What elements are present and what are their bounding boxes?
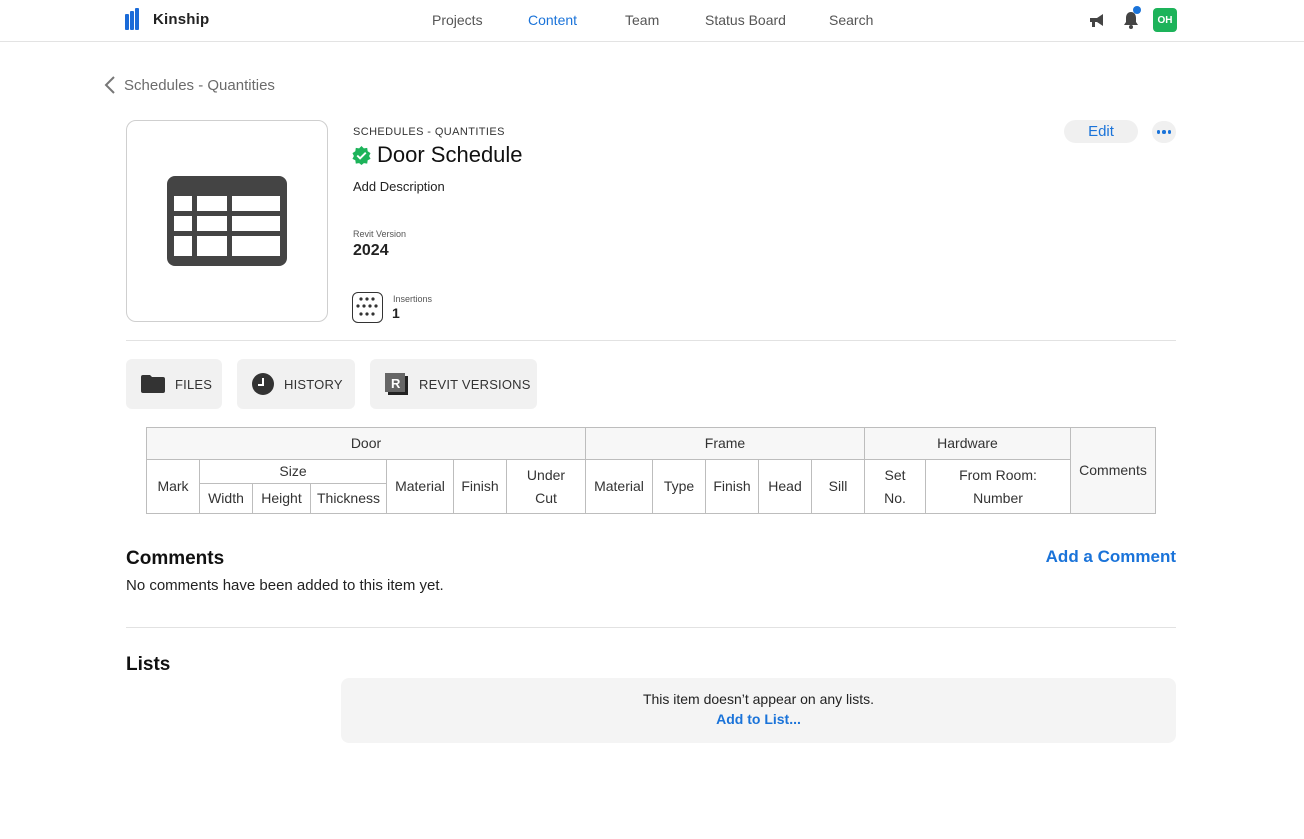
column-header-width: Width — [199, 483, 253, 514]
column-header-frame-material: Material — [585, 459, 653, 514]
tab-history[interactable]: HISTORY — [237, 359, 355, 409]
svg-text:R: R — [391, 376, 401, 391]
lists-empty-panel: This item doesn’t appear on any lists. A… — [341, 678, 1176, 743]
tab-files-label: FILES — [175, 376, 213, 392]
folder-icon — [141, 375, 165, 393]
table-row: Door Frame Hardware Comments — [146, 427, 1156, 514]
column-header-set-no: Set No. — [864, 459, 926, 514]
from-room-line-2: Number — [973, 489, 1023, 506]
add-comment-link[interactable]: Add a Comment — [1046, 547, 1176, 567]
add-description-link[interactable]: Add Description — [353, 179, 445, 194]
breadcrumb[interactable]: Schedules - Quantities — [104, 76, 275, 94]
chevron-left-icon — [104, 76, 115, 94]
nav-projects[interactable]: Projects — [432, 12, 483, 28]
tab-revit-versions-label: REVIT VERSIONS — [419, 376, 531, 392]
nav-status-board[interactable]: Status Board — [705, 12, 786, 28]
column-header-thickness: Thickness — [310, 483, 387, 514]
more-options-button[interactable] — [1152, 121, 1176, 143]
from-room-line-1: From Room: — [959, 466, 1037, 483]
item-category: SCHEDULES - QUANTITIES — [353, 126, 505, 138]
notification-indicator — [1133, 6, 1141, 14]
column-header-door-finish: Finish — [453, 459, 507, 514]
notifications-button[interactable] — [1119, 6, 1143, 32]
column-header-head: Head — [758, 459, 812, 514]
column-header-height: Height — [252, 483, 311, 514]
column-header-mark: Mark — [146, 459, 200, 514]
insertions-icon — [352, 292, 383, 323]
more-dot-icon — [1162, 130, 1166, 134]
column-header-undercut: Under Cut — [506, 459, 586, 514]
revit-version-label: Revit Version — [353, 229, 407, 239]
lists-empty-text: This item doesn’t appear on any lists. — [642, 691, 875, 707]
set-no-line-2: No. — [884, 489, 906, 506]
comments-divider — [126, 627, 1176, 628]
column-header-from-room: From Room: Number — [925, 459, 1071, 514]
lists-heading: Lists — [126, 654, 171, 675]
table-icon — [167, 176, 287, 266]
topbar-actions: OH — [1075, 6, 1177, 32]
user-avatar[interactable]: OH — [1153, 8, 1177, 32]
column-header-sill: Sill — [811, 459, 865, 514]
column-header-frame-finish: Finish — [705, 459, 759, 514]
table-row: Mark Size Material Finish Under Cut Mate… — [146, 459, 1156, 514]
verified-badge-icon — [352, 145, 371, 165]
revit-icon: R — [385, 373, 408, 395]
page-title: Door Schedule — [377, 142, 523, 167]
group-header-door: Door — [146, 427, 586, 460]
column-header-size: Size — [199, 459, 387, 484]
set-no-line-1: Set — [884, 466, 906, 483]
column-header-door-material: Material — [386, 459, 454, 514]
insertions-label: Insertions — [393, 294, 433, 304]
comments-empty-text: No comments have been added to this item… — [126, 577, 444, 594]
add-to-list-link[interactable]: Add to List... — [716, 711, 801, 727]
top-navigation-bar: Kinship Projects Content Team Status Boa… — [0, 0, 1304, 42]
group-header-frame: Frame — [585, 427, 865, 460]
insertions-count: 1 — [392, 305, 400, 321]
edit-button[interactable]: Edit — [1064, 120, 1138, 143]
title-row: Door Schedule — [352, 142, 523, 168]
revit-version-value: 2024 — [353, 242, 389, 259]
nav-team[interactable]: Team — [625, 12, 659, 28]
item-thumbnail — [126, 120, 328, 322]
comments-heading: Comments — [126, 548, 225, 569]
breadcrumb-label: Schedules - Quantities — [124, 76, 275, 94]
undercut-line-2: Cut — [535, 489, 557, 506]
clock-icon — [252, 373, 274, 395]
more-dot-icon — [1167, 130, 1172, 134]
group-header-hardware: Hardware — [864, 427, 1071, 460]
megaphone-icon — [1090, 14, 1103, 27]
column-header-comments: Comments — [1070, 427, 1156, 514]
nav-content[interactable]: Content — [528, 12, 577, 28]
tab-revit-versions[interactable]: R REVIT VERSIONS — [370, 359, 537, 409]
more-dot-icon — [1156, 130, 1161, 134]
schedule-preview-table: Door Frame Hardware Comments Mark Size M… — [146, 427, 1156, 514]
undercut-line-1: Under — [526, 466, 566, 483]
header-divider — [126, 340, 1176, 341]
nav-search[interactable]: Search — [829, 12, 873, 28]
tab-files[interactable]: FILES — [126, 359, 222, 409]
tab-history-label: HISTORY — [284, 376, 343, 392]
column-header-frame-type: Type — [652, 459, 706, 514]
announcements-button[interactable] — [1085, 8, 1109, 32]
